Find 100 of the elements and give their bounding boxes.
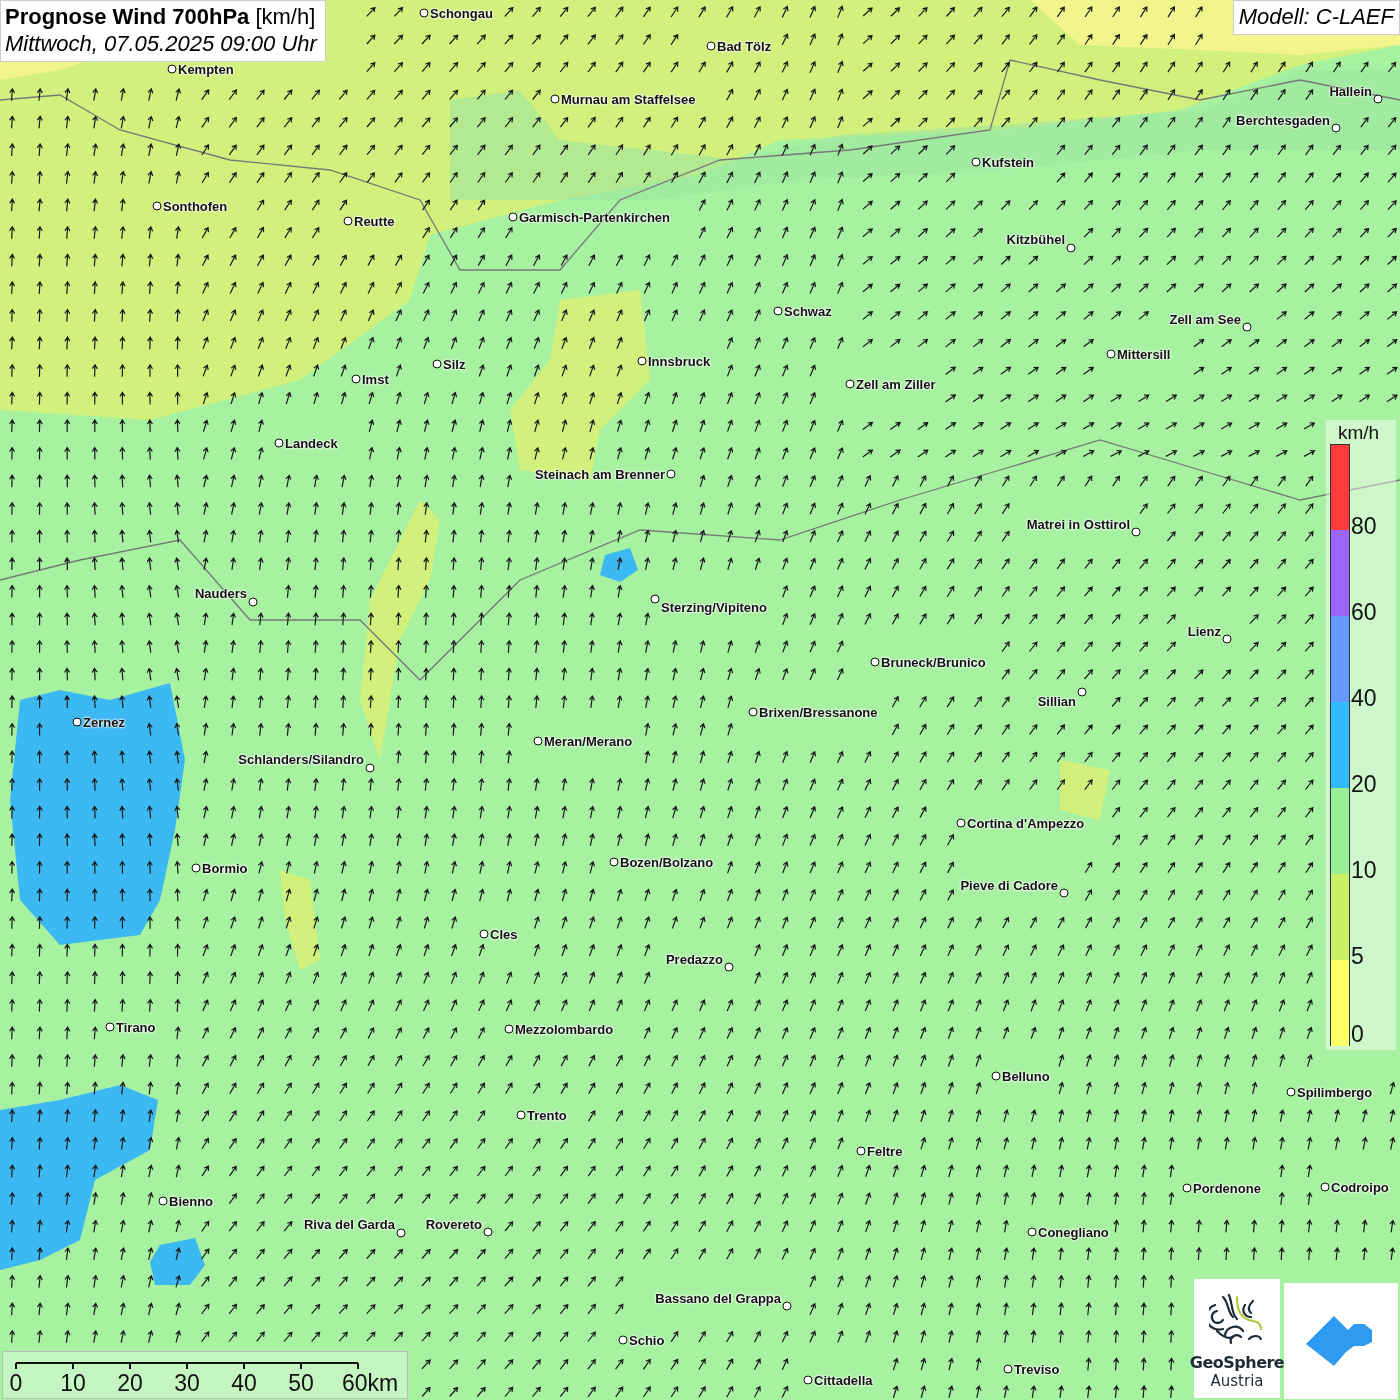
city-label: Bienno	[169, 1193, 214, 1209]
city-label: Steinach am Brenner	[534, 466, 665, 482]
city-dot-icon	[724, 962, 734, 972]
city-label: Sonthofen	[163, 198, 228, 214]
city-label: Mittersill	[1117, 346, 1171, 362]
city-dot-icon	[533, 736, 543, 746]
city-dot-icon	[971, 157, 981, 167]
city-dot-icon	[1059, 888, 1069, 898]
city-dot-icon	[1320, 1182, 1330, 1192]
city-label: Cittadella	[814, 1372, 873, 1388]
city-label: Murnau am Staffelsee	[561, 91, 696, 107]
legend-label: 80	[1351, 515, 1377, 538]
forecast-time: Mittwoch, 07.05.2025 09:00 Uhr	[5, 31, 317, 57]
city-label: Schwaz	[784, 303, 832, 319]
city-label: Kitzbühel	[1006, 231, 1065, 247]
city-label: Feltre	[867, 1143, 903, 1159]
city-dot-icon	[516, 1110, 526, 1120]
city-dot-icon	[1222, 634, 1232, 644]
city-dot-icon	[1182, 1183, 1192, 1193]
city-dot-icon	[1003, 1364, 1013, 1374]
city-label: Landeck	[285, 435, 338, 451]
city-dot-icon	[845, 379, 855, 389]
city-label: Hallein	[1329, 83, 1372, 99]
city-dot-icon	[1066, 243, 1076, 253]
city-label: Schlanders/Silandro	[238, 751, 364, 767]
city-label: Bormio	[202, 860, 248, 876]
city-label: Schio	[629, 1332, 665, 1348]
city-label: Garmisch-Partenkirchen	[519, 209, 670, 225]
wind-zone-area	[1060, 760, 1110, 820]
map-title: Prognose Wind 700hPa [km/h]	[5, 4, 317, 30]
scale-label: 30	[174, 1372, 200, 1395]
city-dot-icon	[650, 594, 660, 604]
city-dot-icon	[856, 1146, 866, 1156]
scale-label: 50	[288, 1372, 314, 1395]
legend-label: 20	[1351, 773, 1377, 796]
city-dot-icon	[706, 41, 716, 51]
city-label: Bozen/Bolzano	[620, 854, 714, 870]
logo-subtitle: Austria	[1210, 1372, 1264, 1390]
scale-label: 40	[231, 1372, 257, 1395]
city-dot-icon	[637, 356, 647, 366]
city-dot-icon	[248, 597, 258, 607]
city-dot-icon	[991, 1071, 1001, 1081]
city-dot-icon	[609, 857, 619, 867]
city-label: Berchtesgaden	[1236, 112, 1330, 128]
logo-name: GeoSphere	[1189, 1353, 1285, 1372]
scale-ruler-icon	[15, 1362, 359, 1370]
city-label: Pordenone	[1193, 1180, 1261, 1196]
model-label: Modell: C-LAEF	[1232, 0, 1400, 35]
city-dot-icon	[365, 763, 375, 773]
city-dot-icon	[956, 818, 966, 828]
city-dot-icon	[504, 1024, 514, 1034]
city-dot-icon	[782, 1301, 792, 1311]
city-label: Kufstein	[982, 154, 1034, 170]
city-dot-icon	[432, 359, 442, 369]
legend-label: 60	[1351, 601, 1377, 624]
city-label: Conegliano	[1038, 1224, 1109, 1240]
legend-label: 10	[1351, 859, 1377, 882]
city-label: Schongau	[430, 5, 493, 21]
city-dot-icon	[1331, 123, 1341, 133]
city-dot-icon	[1286, 1087, 1296, 1097]
city-label: Zell am Ziller	[856, 376, 936, 392]
city-label: Sillian	[1037, 693, 1076, 709]
city-dot-icon	[483, 1227, 493, 1237]
city-label: Matrei in Osttirol	[1026, 516, 1130, 532]
city-label: Mezzolombardo	[515, 1021, 614, 1037]
city-label: Imst	[362, 371, 389, 387]
city-label: Sterzing/Vipiteno	[661, 599, 767, 615]
scale-label: 10	[60, 1372, 86, 1395]
wind-zone-area	[600, 548, 638, 582]
city-label: Brixen/Bressanone	[759, 704, 878, 720]
city-dot-icon	[167, 64, 177, 74]
city-dot-icon	[158, 1196, 168, 1206]
city-dot-icon	[803, 1375, 813, 1385]
city-label: Lienz	[1187, 623, 1221, 639]
city-label: Bruneck/Brunico	[881, 654, 986, 670]
city-label: Riva del Garda	[303, 1216, 395, 1232]
city-dot-icon	[508, 212, 518, 222]
city-label: Nauders	[194, 585, 247, 601]
city-label: Bassano del Grappa	[655, 1290, 781, 1306]
city-dot-icon	[479, 929, 489, 939]
city-label: Treviso	[1014, 1361, 1060, 1377]
city-dot-icon	[666, 469, 676, 479]
city-dot-icon	[72, 717, 82, 727]
legend-label: 40	[1351, 687, 1377, 710]
city-dot-icon	[1131, 527, 1141, 537]
city-label: Trento	[527, 1107, 567, 1123]
city-label: Spilimbergo	[1297, 1084, 1373, 1100]
legend-unit: km/h	[1337, 422, 1380, 444]
city-dot-icon	[152, 201, 162, 211]
city-dot-icon	[1106, 349, 1116, 359]
city-dot-icon	[274, 438, 284, 448]
city-dot-icon	[618, 1335, 628, 1345]
city-dot-icon	[351, 374, 361, 384]
city-label: Kempten	[178, 61, 234, 77]
city-dot-icon	[748, 707, 758, 717]
city-dot-icon	[550, 94, 560, 104]
city-dot-icon	[773, 306, 783, 316]
scale-label: 60km	[342, 1372, 399, 1395]
city-label: Cles	[490, 926, 518, 942]
city-label: Pieve di Cadore	[960, 877, 1058, 893]
